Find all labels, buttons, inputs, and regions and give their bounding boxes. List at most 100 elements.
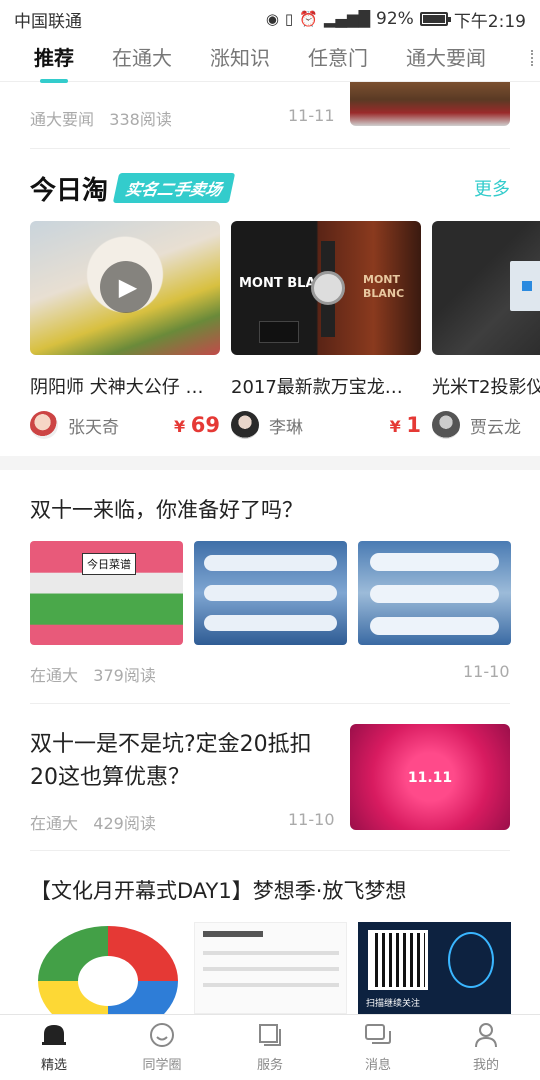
article-meta: 通大要闻 338阅读 (30, 106, 172, 130)
vibrate-icon: ▯ (284, 10, 294, 28)
nav-classmates[interactable]: 同学圈 (108, 1015, 216, 1080)
article-source: 通大要闻 (30, 110, 95, 129)
chat-bubble (204, 555, 337, 571)
tab-campus-news[interactable]: 通大要闻 (406, 42, 486, 77)
seller-row: 李琳 ¥ 1 (231, 411, 421, 439)
more-link[interactable]: 更多 (474, 175, 510, 201)
taobao-card-list: ▶ 阴阳师 犬神大公仔 … 张天奇 ¥ 69 MONT BLANC MONT B… (30, 221, 540, 441)
nav-profile[interactable]: 我的 (432, 1015, 540, 1080)
play-icon[interactable]: ▶ (100, 261, 152, 313)
taobao-header: 今日淘 实名二手卖场 更多 (30, 170, 510, 206)
seller-name: 贾云龙 (470, 417, 521, 438)
seller-name: 李琳 (269, 417, 303, 438)
smile-icon (148, 1022, 176, 1048)
tab-anywhere-door[interactable]: 任意门 (308, 42, 368, 77)
carrier-label: 中国联通 (14, 11, 82, 32)
screen-app-tile (522, 281, 532, 291)
article-image (194, 541, 347, 645)
product-card[interactable]: 光米T2投影仪 贾云龙 (432, 221, 540, 439)
article-meta: 在通大 379阅读 (30, 662, 156, 686)
status-icons: ◉ ▯ ⏰ ▂▄▆█ 92% 下午2:19 (266, 7, 526, 32)
currency-symbol: ¥ (174, 417, 186, 436)
article-image (194, 922, 347, 1014)
seller-row: 贾云龙 (432, 411, 540, 439)
status-bar: 中国联通 ◉ ▯ ⏰ ▂▄▆█ 92% 下午2:19 (0, 0, 540, 38)
home-icon (40, 1022, 68, 1048)
hotspot-icon: ◉ (265, 10, 279, 28)
alarm-icon: ⏰ (299, 10, 318, 28)
section-title: 今日淘 (30, 175, 109, 206)
currency-symbol: ¥ (389, 417, 401, 436)
price-value: 69 (190, 413, 220, 437)
nav-label: 精选 (40, 1058, 67, 1073)
article-reads: 429阅读 (93, 814, 156, 833)
avatar[interactable] (432, 411, 460, 439)
logo-center (78, 956, 138, 1006)
product-card[interactable]: ▶ 阴阳师 犬神大公仔 … 张天奇 ¥ 69 (30, 221, 220, 439)
product-card[interactable]: MONT BLANC MONT BLANC 2017最新款万宝龙… 李琳 ¥ 1 (231, 221, 421, 439)
thumbnail-text: 11.11 (407, 770, 453, 786)
image-caption: 扫描继续关注 (366, 999, 421, 1009)
form-line (203, 951, 339, 955)
product-title: 阴阳师 犬神大公仔 … (30, 377, 204, 398)
divider (30, 850, 510, 851)
signal-icon: ▂▄▆█ (323, 10, 371, 28)
card-box (259, 321, 299, 343)
nav-featured[interactable]: 精选 (0, 1015, 108, 1080)
channel-tabs: 推荐 在通大 涨知识 任意门 通大要闻 (0, 38, 540, 83)
product-title: 光米T2投影仪 (432, 377, 540, 398)
article-date: 11-10 (288, 810, 335, 829)
clock: 下午2:19 (453, 11, 526, 32)
product-title: 2017最新款万宝龙… (231, 377, 403, 398)
bottom-navigation: 精选 同学圈 服务 消息 我的 (0, 1014, 540, 1080)
nav-label: 服务 (256, 1058, 283, 1073)
article-thumbnail: 11.11 (350, 724, 510, 830)
person-icon (472, 1022, 500, 1048)
watch-face (311, 271, 345, 305)
article-date: 11-11 (288, 106, 335, 125)
article-image (30, 922, 183, 1014)
chat-bubble (370, 585, 499, 603)
nav-services[interactable]: 服务 (216, 1015, 324, 1080)
article-image: 今日菜谱 (30, 541, 183, 645)
chat-bubble (204, 585, 337, 601)
avatar[interactable] (231, 411, 259, 439)
battery-percent: 92% (376, 9, 414, 29)
form-line (203, 931, 263, 937)
article-image: 扫描继续关注 (358, 922, 511, 1014)
article-title[interactable]: 【文化月开幕式DAY1】梦想季·放飞梦想 (30, 875, 510, 907)
avatar[interactable] (30, 411, 58, 439)
article-reads: 338阅读 (109, 110, 172, 129)
battery-icon (419, 12, 451, 26)
article-source: 在通大 (30, 666, 79, 685)
chat-bubble (370, 617, 499, 635)
product-image (432, 221, 540, 355)
form-line (203, 983, 339, 987)
article-title[interactable]: 双十一来临，你准备好了吗？ (30, 494, 510, 526)
tab-recommend[interactable]: 推荐 (34, 42, 74, 83)
article-source: 在通大 (30, 814, 79, 833)
seller-row: 张天奇 ¥ 69 (30, 411, 220, 439)
nav-label: 我的 (472, 1058, 499, 1073)
product-image: MONT BLANC MONT BLANC (231, 221, 421, 355)
qr-code (368, 930, 428, 990)
seller-name: 张天奇 (68, 417, 119, 438)
tab-campus[interactable]: 在通大 (112, 42, 172, 77)
list-item[interactable]: 通大要闻 338阅读 11-11 (0, 82, 540, 148)
nav-messages[interactable]: 消息 (324, 1015, 432, 1080)
tab-knowledge[interactable]: 涨知识 (210, 42, 270, 77)
section-badge: 实名二手卖场 (112, 173, 236, 203)
nav-label: 消息 (364, 1058, 391, 1073)
tabs-overflow-icon[interactable] (531, 50, 534, 66)
article-reads: 379阅读 (93, 666, 156, 685)
article-title[interactable]: 双十一是不是坑?定金20抵扣20这也算优惠？ (30, 728, 330, 794)
article-date: 11-10 (463, 662, 510, 681)
article-image (358, 541, 511, 645)
article-thumbnail (350, 82, 510, 126)
product-image: ▶ (30, 221, 220, 355)
box-brand-text: MONT BLANC (363, 273, 405, 300)
image-caption: 今日菜谱 (82, 553, 136, 575)
chat-bubble (204, 615, 337, 631)
chat-bubble (370, 553, 499, 571)
nav-label: 同学圈 (142, 1058, 182, 1073)
